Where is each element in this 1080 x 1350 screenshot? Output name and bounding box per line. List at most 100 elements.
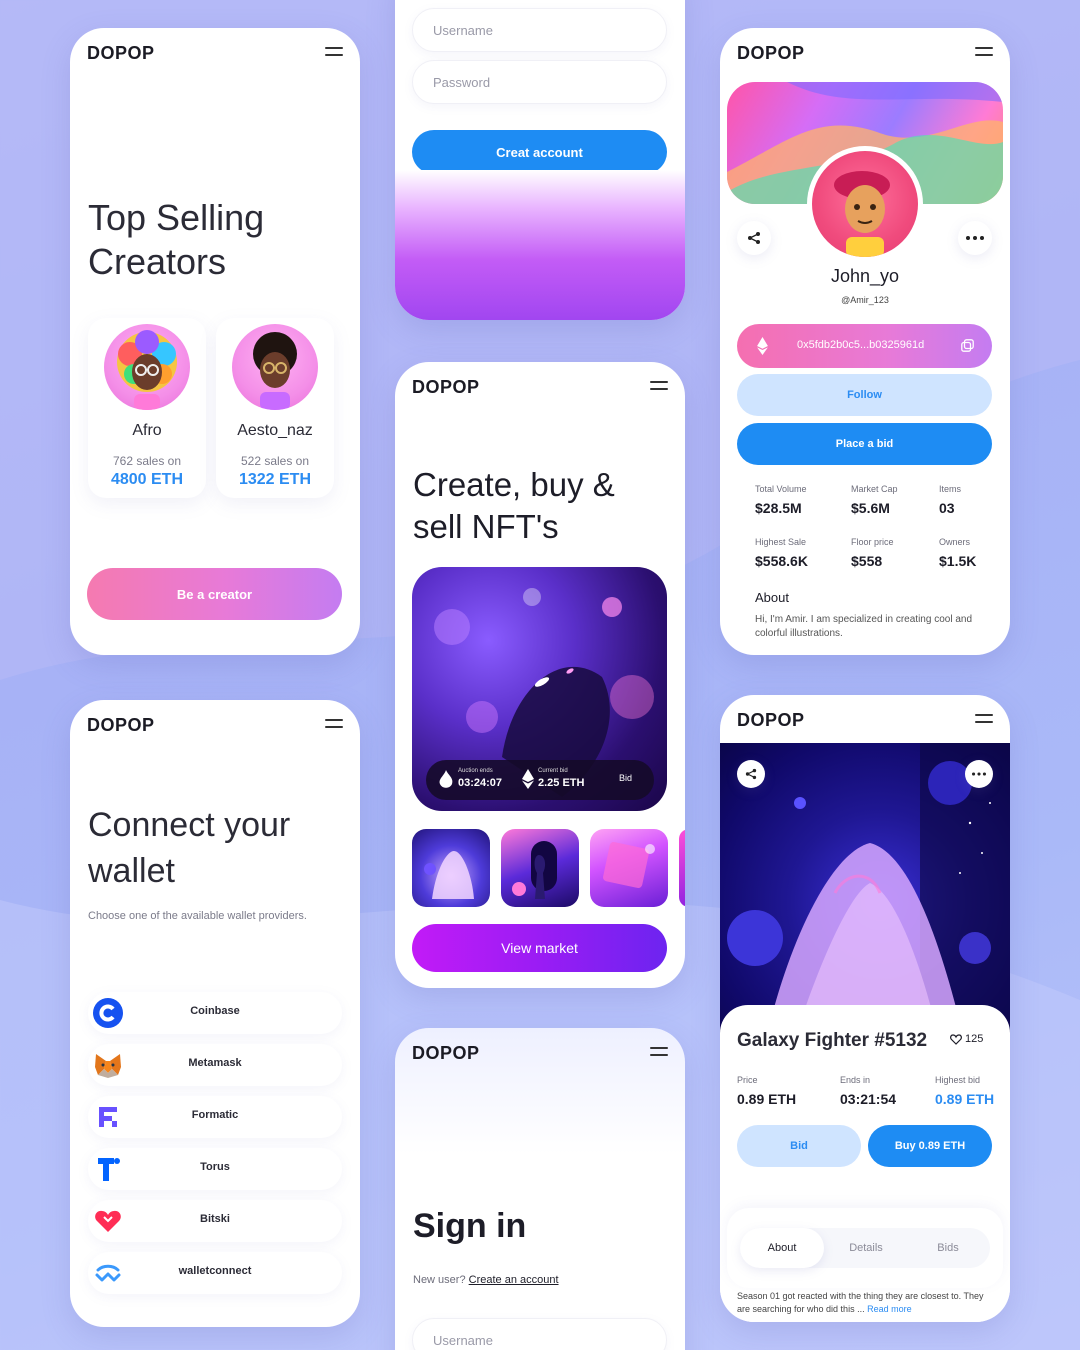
wallet-provider-walletconnect[interactable]: walletconnect — [88, 1252, 342, 1294]
create-account-link[interactable]: Create an account — [469, 1274, 559, 1286]
stat-label: Floor price — [851, 537, 894, 547]
heart-icon — [950, 1033, 962, 1045]
stat-value: 03:21:54 — [840, 1091, 897, 1107]
read-more-link[interactable]: Read more — [867, 1304, 912, 1314]
nft-thumbnail[interactable] — [412, 829, 490, 907]
tab-about[interactable]: About — [740, 1228, 824, 1268]
follow-button[interactable]: Follow — [737, 374, 992, 416]
wallet-provider-torus[interactable]: Torus — [88, 1148, 342, 1190]
share-button[interactable] — [737, 760, 765, 788]
stat-floor-price: Floor price $558 — [851, 537, 894, 569]
wallet-provider-formatic[interactable]: Formatic — [88, 1096, 342, 1138]
menu-icon[interactable] — [325, 718, 343, 730]
detail-tabs: About Details Bids — [727, 1208, 1003, 1288]
menu-icon[interactable] — [975, 46, 993, 58]
stat-owners: Owners $1.5K — [939, 537, 976, 569]
username-input[interactable]: Username — [412, 8, 667, 52]
nft-thumbnail[interactable] — [679, 829, 685, 907]
creator-card-aesto[interactable]: Aesto_naz 522 sales on 1322 ETH — [216, 318, 334, 498]
nft-hero-image[interactable]: Auction ends 03:24:07 Current bid 2.25 E… — [412, 567, 667, 811]
stat-value: 0.89 ETH — [737, 1091, 797, 1107]
stat-value: $5.6M — [851, 500, 890, 516]
profile-handle: @Amir_123 — [841, 295, 889, 305]
stat-label: Price — [737, 1075, 758, 1085]
stat-label: Items — [939, 484, 962, 494]
stat-label: Highest Sale — [755, 537, 807, 547]
nft-market-card: DOPOP Create, buy & sell NFT's Auction e… — [395, 362, 685, 988]
wallet-provider-label: Coinbase — [190, 1005, 240, 1017]
auction-bar: Auction ends 03:24:07 Current bid 2.25 E… — [426, 760, 654, 800]
stat-label: Highest bid — [935, 1075, 981, 1085]
creator-name: Aesto_naz — [237, 422, 313, 439]
stat-label: Total Volume — [755, 484, 807, 494]
wallet-provider-bitski[interactable]: Bitski — [88, 1200, 342, 1242]
brand-logo[interactable]: DOPOP — [412, 1043, 480, 1064]
more-options-button[interactable] — [958, 221, 992, 255]
page-title: Connect your wallet — [88, 806, 291, 890]
auction-label: Auction ends — [458, 768, 493, 774]
view-market-button[interactable]: View market — [412, 924, 667, 972]
creator-eth: 4800 ETH — [110, 471, 184, 488]
bid-button[interactable]: Bid — [619, 773, 632, 783]
nft-detail-card: DOPOP Galaxy Fighter #5132 125 Price 0.8… — [720, 695, 1010, 1322]
bid-button[interactable]: Bid — [737, 1125, 861, 1167]
place-bid-button[interactable]: Place a bid — [737, 423, 992, 465]
brand-logo[interactable]: DOPOP — [87, 715, 155, 736]
stat-label: Owners — [939, 537, 971, 547]
about-text: Hi, I'm Amir. I am specialized in creati… — [755, 614, 973, 639]
tab-details[interactable]: Details — [824, 1228, 908, 1268]
menu-icon[interactable] — [975, 713, 993, 725]
wallet-address[interactable]: 0x5fdb2b0c5...b0325961d — [737, 324, 992, 368]
decorative-gradient — [395, 170, 685, 320]
create-account-card: Username Password Creat account — [395, 0, 685, 320]
share-button[interactable] — [737, 221, 771, 255]
copy-icon[interactable] — [961, 339, 974, 352]
brand-logo[interactable]: DOPOP — [412, 377, 480, 398]
creator-card-afro[interactable]: Afro 762 sales on 4800 ETH — [88, 318, 206, 498]
buy-button[interactable]: Buy 0.89 ETH — [868, 1125, 992, 1167]
nft-description: Season 01 got reacted with the thing the… — [737, 1290, 997, 1316]
tab-group: About Details Bids — [740, 1228, 990, 1268]
wallet-provider-label: Formatic — [191, 1109, 239, 1121]
stat-label: Ends in — [840, 1075, 871, 1085]
brand-logo[interactable]: DOPOP — [87, 43, 155, 64]
nft-detail-image[interactable] — [720, 743, 1010, 1033]
fire-icon — [439, 770, 453, 788]
nft-thumbnail[interactable] — [590, 829, 668, 907]
username-input[interactable]: Username — [412, 1318, 667, 1350]
stat-value: $28.5M — [755, 500, 802, 516]
new-user-text: New user? — [413, 1274, 466, 1286]
wallet-provider-coinbase[interactable]: Coinbase — [88, 992, 342, 1034]
tab-bids[interactable]: Bids — [906, 1228, 990, 1268]
profile-card: DOPOP John_yo @Amir_123 0x5fdb2b0c5...b0… — [720, 28, 1010, 655]
password-input[interactable]: Password — [412, 60, 667, 104]
about-title: About — [755, 590, 789, 605]
menu-icon[interactable] — [325, 46, 343, 58]
share-icon — [745, 768, 757, 780]
create-account-button[interactable]: Creat account — [412, 130, 667, 174]
brand-logo[interactable]: DOPOP — [737, 710, 805, 731]
description-text: Season 01 got reacted with the thing the… — [737, 1291, 984, 1314]
profile-name: John_yo — [830, 266, 900, 286]
page-title: Top Selling Creators — [88, 197, 265, 282]
creator-sales: 522 sales on — [240, 454, 310, 468]
more-options-button[interactable] — [965, 760, 993, 788]
stat-market-cap: Market Cap $5.6M — [851, 484, 898, 516]
more-icon — [972, 772, 986, 776]
wallet-provider-label: Torus — [200, 1161, 230, 1173]
be-creator-button[interactable]: Be a creator — [87, 568, 342, 620]
stat-value: $1.5K — [939, 553, 977, 569]
stat-highest-sale: Highest Sale $558.6K — [755, 537, 808, 569]
stat-total-volume: Total Volume $28.5M — [755, 484, 807, 516]
bid-label: Current bid — [538, 768, 568, 774]
wallet-provider-metamask[interactable]: Metamask — [88, 1044, 342, 1086]
creator-eth: 1322 ETH — [238, 471, 312, 488]
stat-label: Market Cap — [851, 484, 898, 494]
address-text: 0x5fdb2b0c5...b0325961d — [797, 339, 925, 351]
menu-icon[interactable] — [650, 380, 668, 392]
like-button[interactable]: 125 — [950, 1033, 983, 1045]
brand-logo[interactable]: DOPOP — [737, 43, 805, 64]
menu-icon[interactable] — [650, 1046, 668, 1058]
nft-thumbnail[interactable] — [501, 829, 579, 907]
bid-value: 2.25 ETH — [538, 777, 585, 789]
